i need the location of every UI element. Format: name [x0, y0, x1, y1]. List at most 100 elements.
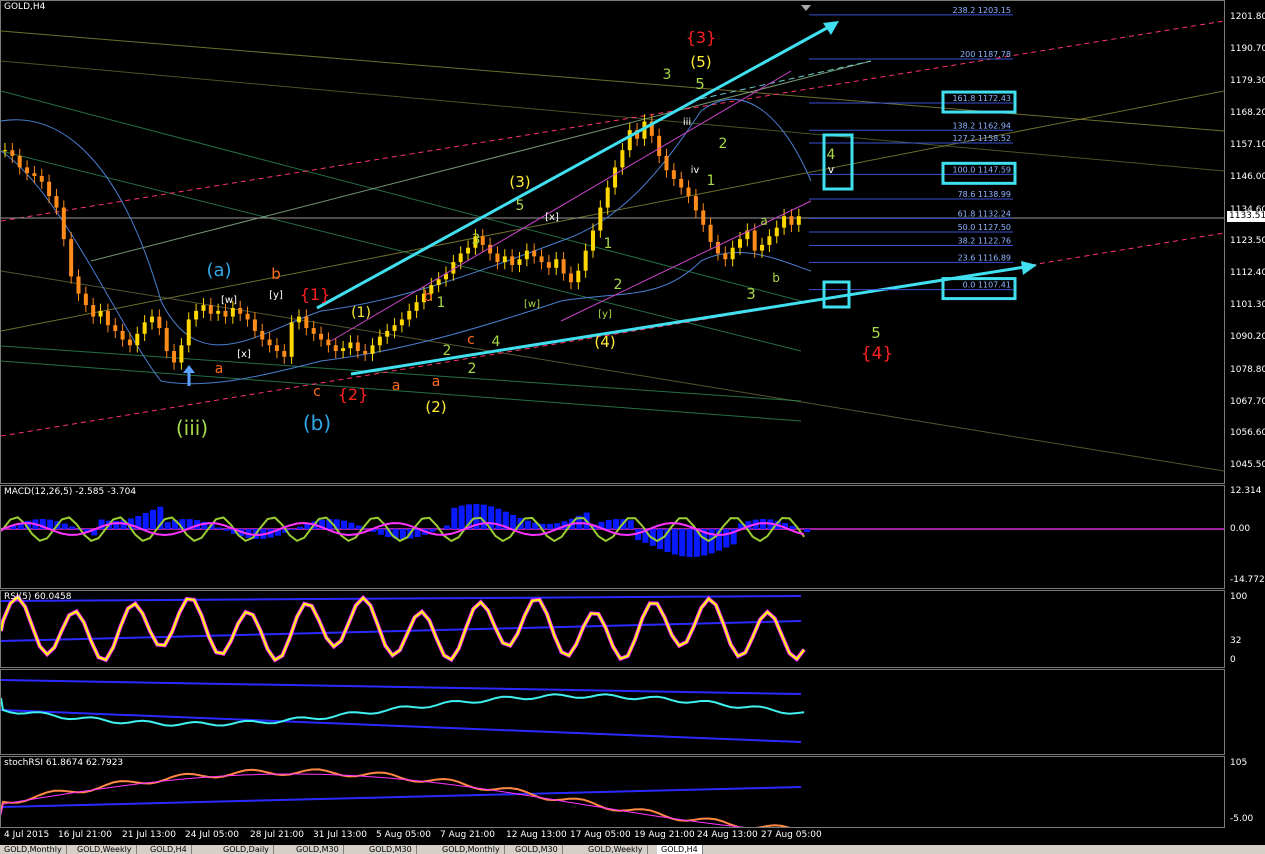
candle-body	[216, 310, 221, 314]
wave-label: [w]	[221, 295, 237, 306]
chart-tab[interactable]: GOLD,Weekly	[73, 845, 137, 854]
chart-tab[interactable]: GOLD,Monthly	[0, 845, 67, 854]
candle-body	[319, 333, 324, 340]
candle-body	[782, 216, 787, 228]
stochrsi-scale-bot: -5.00	[1230, 814, 1254, 824]
chart-tab[interactable]: GOLD,Weekly	[584, 845, 648, 854]
macd-svg	[1, 504, 1224, 557]
candle-body	[150, 316, 154, 323]
price-axis-label: 1101.30	[1230, 300, 1265, 311]
wave-label: 1	[604, 236, 613, 252]
fib-level-label: 161.8 1172.43	[952, 94, 1011, 103]
channel-line	[1, 345, 802, 402]
candle-body	[260, 330, 265, 340]
wave-label: b	[424, 289, 433, 305]
time-axis-label: 19 Aug 21:00	[634, 830, 695, 840]
macd-scale-top: 12.314	[1230, 486, 1262, 496]
wave-label: c	[313, 384, 321, 400]
macd-histogram-bar	[679, 529, 686, 557]
candle-body	[120, 330, 125, 340]
candle-body	[605, 187, 610, 208]
chart-tab[interactable]: GOLD,M30	[365, 845, 417, 854]
macd-histogram-bar	[377, 529, 384, 535]
candle-body	[245, 313, 250, 320]
fib-level-label: 23.6 1116.89	[958, 253, 1011, 262]
candle-body	[333, 345, 338, 352]
wave-label: [x]	[545, 212, 559, 223]
macd-histogram-bar	[348, 522, 355, 529]
upper-trend-line	[316, 21, 837, 310]
macd-histogram-bar	[355, 525, 362, 529]
chart-tab[interactable]: GOLD,H4	[146, 845, 192, 854]
candle-body	[466, 247, 471, 254]
wave-label: [w]	[524, 299, 540, 310]
wave-label: a	[432, 374, 441, 390]
candle-body	[627, 130, 632, 151]
candle-body	[495, 253, 500, 263]
candle-body	[693, 196, 698, 211]
wave-label: (iii)	[176, 416, 208, 440]
price-axis-label: 1056.60	[1230, 428, 1265, 439]
candle-body	[591, 230, 595, 251]
candle-body	[392, 325, 397, 331]
fib-level-label: 50.0 1127.50	[958, 223, 1011, 232]
rsi-scale-mid: 32	[1230, 636, 1242, 646]
candle-body	[524, 250, 529, 260]
candle-body	[767, 236, 772, 245]
wave-label: {2}	[338, 385, 369, 404]
candle-body	[32, 173, 37, 177]
candle-body	[172, 351, 177, 363]
cyan-indicator-line	[1, 693, 805, 727]
candle-body	[488, 244, 493, 254]
chart-symbol-title: GOLD,H4	[4, 2, 46, 12]
chart-tab[interactable]: GOLD,Daily	[219, 845, 274, 854]
candle-body	[311, 328, 316, 334]
candle-body	[113, 325, 118, 331]
wave-label: a	[760, 214, 767, 228]
candle-body	[54, 196, 59, 208]
candle-body	[738, 239, 742, 248]
rsi-svg	[1, 594, 806, 663]
candle-body	[796, 216, 801, 225]
macd-histogram-bar	[61, 523, 68, 529]
wave-label: iv	[691, 165, 700, 176]
macd-pane[interactable]: MACD(12,26,5) -2.585 -3.704	[0, 485, 1225, 589]
cyan-indicator-pane[interactable]	[0, 669, 1225, 755]
rsi-title: RSI(5) 60.0458	[4, 592, 72, 602]
candle-body	[355, 342, 360, 352]
time-axis-label: 31 Jul 13:00	[313, 830, 367, 840]
candle-body	[377, 336, 382, 346]
chart-tab[interactable]: GOLD,M30	[292, 845, 344, 854]
macd-histogram-bar	[223, 529, 230, 531]
time-axis-label: 24 Aug 13:00	[697, 830, 758, 840]
stochrsi-pane[interactable]: stochRSI 61.8674 62.7923	[0, 756, 1225, 828]
candle-body	[61, 207, 66, 240]
candle-body	[76, 276, 81, 294]
candle-body	[789, 216, 794, 225]
wave-label: iii	[683, 117, 691, 128]
candle-body	[69, 239, 74, 277]
candle-body	[723, 253, 728, 260]
main-chart-pane[interactable]: GOLD,H4 238.2 1203.15 200 1187.78 161.8 11…	[0, 0, 1225, 484]
candle-body	[91, 305, 96, 317]
candle-body	[363, 351, 368, 354]
candle-body	[230, 307, 235, 317]
chart-tab[interactable]: GOLD,M30	[511, 845, 563, 854]
macd-scale-mid: 0.00	[1230, 524, 1251, 534]
chart-tab[interactable]: GOLD,Monthly	[438, 845, 505, 854]
macd-histogram-bar	[613, 519, 620, 529]
time-axis-label: 12 Aug 13:00	[506, 830, 567, 840]
wave-label: c	[467, 332, 475, 348]
macd-histogram-bar	[789, 525, 796, 529]
wave-marker-arrow-head	[183, 365, 195, 373]
candle-body	[289, 322, 294, 357]
price-chart-svg[interactable]: 238.2 1203.15200 1187.78161.8 1172.43138…	[1, 1, 1224, 483]
time-axis-label: 27 Aug 05:00	[761, 830, 822, 840]
chart-tab[interactable]: GOLD,H4	[657, 845, 703, 854]
candle-body	[436, 279, 441, 286]
wave-label: 4	[827, 147, 836, 163]
rsi-pane[interactable]: RSI(5) 60.0458	[0, 590, 1225, 668]
candle-body	[480, 236, 485, 245]
candle-body	[105, 310, 110, 326]
candle-body	[760, 244, 765, 251]
